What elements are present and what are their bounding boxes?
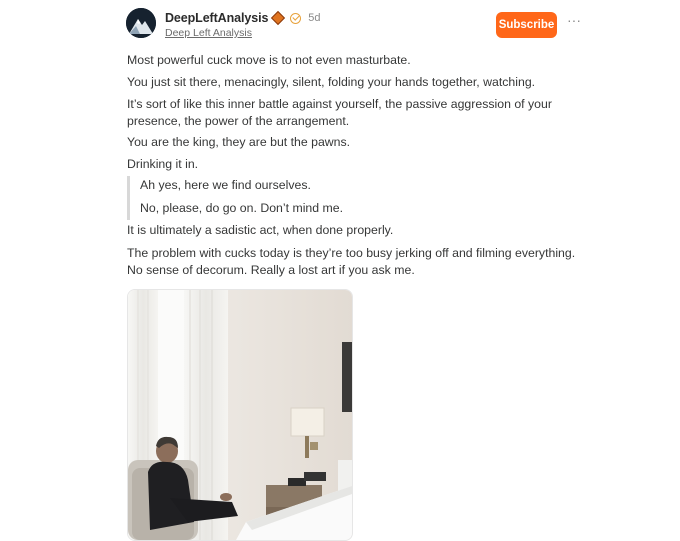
post-card: DeepLeftAnalysis 5d Deep Left Analysis S… (0, 0, 680, 541)
verified-check-icon (290, 12, 302, 24)
post-image[interactable] (127, 289, 353, 541)
quote-line: Ah yes, here we find ourselves. (140, 178, 311, 192)
quote-line: No, please, do go on. Don’t mind me. (140, 201, 344, 215)
author-row: DeepLeftAnalysis 5d (165, 10, 321, 26)
author-name[interactable]: DeepLeftAnalysis (165, 11, 268, 25)
post-paragraph: Most powerful cuck move is to not even m… (127, 53, 411, 67)
blockquote: Ah yes, here we find ourselves. No, plea… (127, 176, 570, 220)
post-paragraph: The problem with cucks today is they’re … (127, 246, 576, 277)
orange-diamond-badge-icon (271, 10, 286, 26)
post-paragraph: It’s sort of like this inner battle agai… (127, 97, 552, 128)
post-paragraph: You just sit there, menacingly, silent, … (127, 75, 536, 89)
post-paragraph: You are the king, they are but the pawns… (127, 135, 351, 149)
hotel-room-image (128, 290, 352, 540)
mountain-logo-icon (126, 8, 156, 38)
more-dots-icon[interactable]: ··· (566, 13, 582, 30)
publication-link[interactable]: Deep Left Analysis (165, 27, 252, 39)
post-paragraph: It is ultimately a sadistic act, when do… (127, 223, 394, 237)
subscribe-button[interactable]: Subscribe (496, 12, 557, 38)
post-timestamp[interactable]: 5d (308, 12, 320, 24)
post-paragraph: Drinking it in. (127, 157, 199, 171)
author-avatar[interactable] (126, 8, 156, 38)
